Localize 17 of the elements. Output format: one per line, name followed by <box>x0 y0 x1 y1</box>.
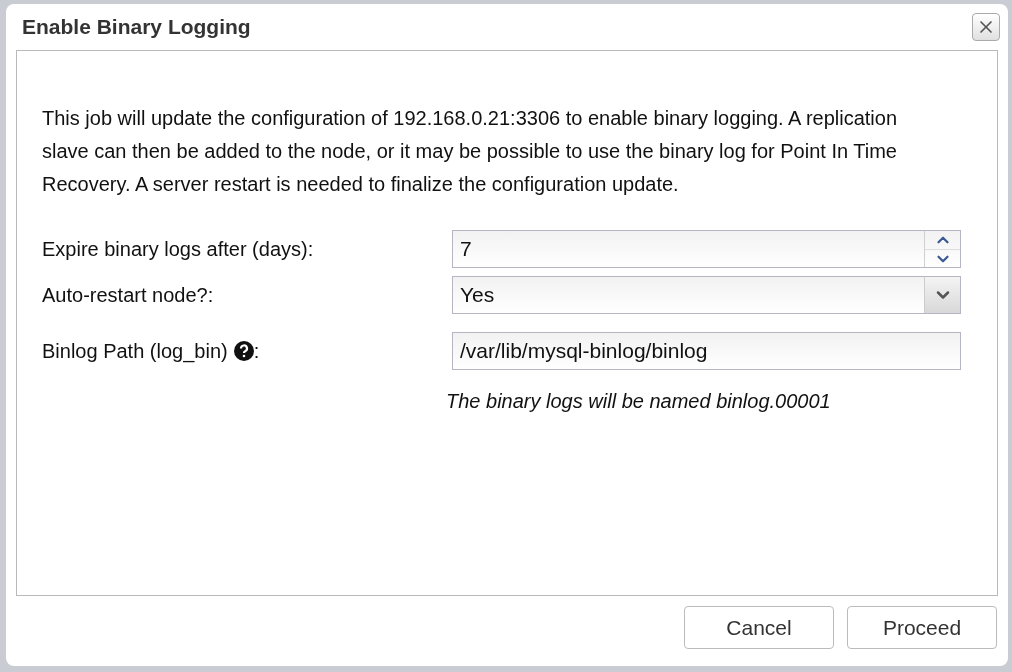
text-field[interactable]: /var/lib/mysql-binlog/binlog <box>452 332 961 370</box>
cancel-button[interactable]: Cancel <box>684 606 834 649</box>
field-label: Binlog Path (log_bin) <box>42 339 228 365</box>
label-colon: : <box>253 339 260 364</box>
hint-text: The binary logs will be named binlog.00001 <box>446 389 832 414</box>
dropdown[interactable]: Yes <box>452 276 961 314</box>
dialog-title: Enable Binary Logging <box>22 14 251 41</box>
description-text: This job will update the configuration of 192.168.0.21:3306 to enable binary logging. A replication slave can then be added to the node, or it may be possible to use the binary log for Point In Time Recovery. A server restart is needed to finalize the configuration update. <box>42 106 899 197</box>
field-label: Expire binary logs after (days): <box>42 237 314 262</box>
field-label: Auto-restart node?: <box>42 283 214 308</box>
dropdown-toggle[interactable] <box>924 277 960 313</box>
proceed-button[interactable]: Proceed <box>847 606 997 649</box>
dropdown-value: Yes <box>459 282 496 309</box>
spinner-control[interactable]: 7 <box>452 230 961 268</box>
close-button[interactable] <box>972 13 1000 41</box>
number-field[interactable]: 7 <box>453 233 924 265</box>
help-icon[interactable] <box>233 341 254 361</box>
